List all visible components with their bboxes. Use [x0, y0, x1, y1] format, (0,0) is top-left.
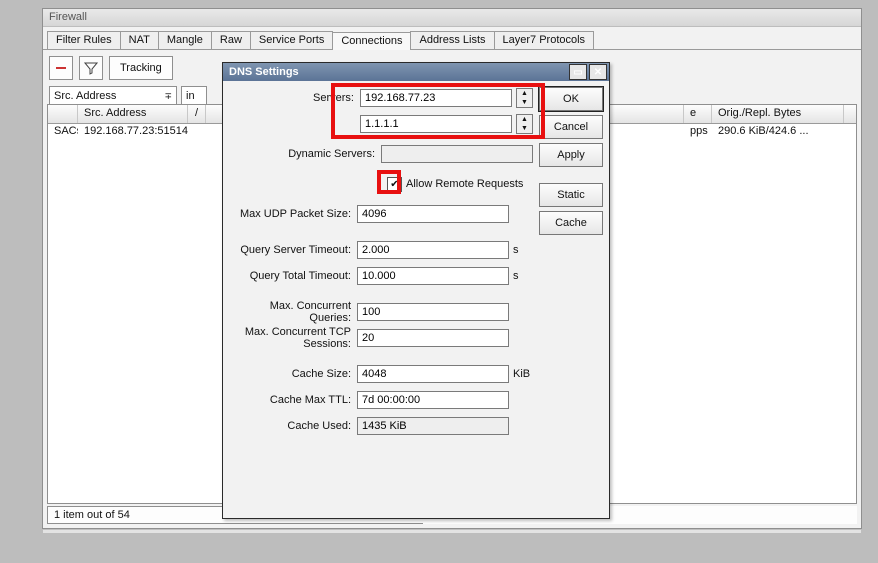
label-max-concurrent-tcp: Max. Concurrent TCP Sessions:: [229, 326, 357, 350]
cache-size-input[interactable]: [357, 365, 509, 383]
cell-flag: SACs: [48, 124, 78, 141]
close-icon: ✕: [594, 67, 602, 78]
tab-connections[interactable]: Connections: [332, 32, 411, 50]
label-servers: Servers:: [229, 92, 360, 104]
cancel-button[interactable]: Cancel: [539, 115, 603, 139]
cell-bytes: 290.6 KiB/424.6 ...: [712, 124, 844, 141]
firewall-titlebar: Firewall: [43, 9, 861, 27]
unit-kib: KiB: [513, 368, 533, 380]
label-cache-max-ttl: Cache Max TTL:: [229, 394, 357, 406]
dns-title-text: DNS Settings: [229, 66, 299, 78]
ok-button[interactable]: OK: [539, 87, 603, 111]
down-icon: ▼: [517, 98, 532, 107]
max-concurrent-tcp-input[interactable]: [357, 329, 509, 347]
apply-button[interactable]: Apply: [539, 143, 603, 167]
query-total-timeout-input[interactable]: [357, 267, 509, 285]
col-src-address[interactable]: Src. Address: [78, 105, 188, 123]
max-udp-input[interactable]: [357, 205, 509, 223]
minimize-button[interactable]: ▭: [569, 64, 587, 80]
cell-rate: pps: [684, 124, 712, 141]
filter-op-select[interactable]: in: [181, 86, 207, 106]
servers-input-2[interactable]: [360, 115, 512, 133]
firewall-tabs: Filter Rules NAT Mangle Raw Service Port…: [43, 27, 861, 50]
dns-titlebar[interactable]: DNS Settings ▭ ✕: [223, 63, 609, 81]
unit-seconds: s: [513, 244, 533, 256]
cache-max-ttl-input[interactable]: [357, 391, 509, 409]
minus-icon: [54, 61, 68, 75]
down-icon: ▼: [517, 124, 532, 133]
col-flag[interactable]: [48, 105, 78, 123]
servers-spinner-2[interactable]: ▲▼: [516, 114, 533, 134]
filter-button[interactable]: [79, 56, 103, 80]
minimize-icon: ▭: [573, 67, 582, 78]
tab-layer7[interactable]: Layer7 Protocols: [494, 31, 595, 49]
dns-form: Servers: ▲▼ ▲▼ Dynamic Servers:: [229, 87, 533, 512]
dynamic-servers-input: [381, 145, 533, 163]
label-cache-used: Cache Used:: [229, 420, 357, 432]
label-query-total-timeout: Query Total Timeout:: [229, 270, 357, 282]
cache-used-output: [357, 417, 509, 435]
allow-remote-checkbox[interactable]: ✔: [387, 177, 402, 192]
static-button[interactable]: Static: [539, 183, 603, 207]
tab-nat[interactable]: NAT: [120, 31, 159, 49]
funnel-icon: [84, 61, 98, 75]
dns-settings-dialog: DNS Settings ▭ ✕ Servers: ▲▼ ▲▼ Dyn: [222, 62, 610, 519]
col-rate[interactable]: e: [684, 105, 712, 123]
filter-op-value: in: [186, 90, 195, 102]
max-concurrent-queries-input[interactable]: [357, 303, 509, 321]
up-icon: ▲: [517, 115, 532, 124]
remove-button[interactable]: [49, 56, 73, 80]
dns-button-bar: OK Cancel Apply Static Cache: [539, 87, 603, 235]
col-sort-indicator[interactable]: /: [188, 105, 206, 123]
servers-spinner-1[interactable]: ▲▼: [516, 88, 533, 108]
label-max-concurrent-queries: Max. Concurrent Queries:: [229, 300, 357, 324]
tab-raw[interactable]: Raw: [211, 31, 251, 49]
col-bytes[interactable]: Orig./Repl. Bytes: [712, 105, 844, 123]
cache-button[interactable]: Cache: [539, 211, 603, 235]
filter-field-select[interactable]: Src. Address ∓: [49, 86, 177, 106]
cell-src-address: 192.168.77.23:51514: [78, 124, 206, 141]
label-dynamic-servers: Dynamic Servers:: [229, 148, 381, 160]
servers-input-1[interactable]: [360, 89, 512, 107]
label-max-udp: Max UDP Packet Size:: [229, 208, 357, 220]
query-server-timeout-input[interactable]: [357, 241, 509, 259]
label-query-server-timeout: Query Server Timeout:: [229, 244, 357, 256]
tab-service-ports[interactable]: Service Ports: [250, 31, 333, 49]
tab-filter-rules[interactable]: Filter Rules: [47, 31, 121, 49]
tab-mangle[interactable]: Mangle: [158, 31, 212, 49]
window-emboss: [43, 529, 861, 533]
label-allow-remote: Allow Remote Requests: [406, 178, 523, 190]
tracking-button[interactable]: Tracking: [109, 56, 173, 80]
up-icon: ▲: [517, 89, 532, 98]
chevron-down-icon: ∓: [164, 91, 172, 102]
unit-seconds: s: [513, 270, 533, 282]
tab-address-lists[interactable]: Address Lists: [410, 31, 494, 49]
check-icon: ✔: [390, 179, 398, 190]
filter-field-value: Src. Address: [54, 90, 116, 102]
label-cache-size: Cache Size:: [229, 368, 357, 380]
close-button[interactable]: ✕: [589, 64, 607, 80]
